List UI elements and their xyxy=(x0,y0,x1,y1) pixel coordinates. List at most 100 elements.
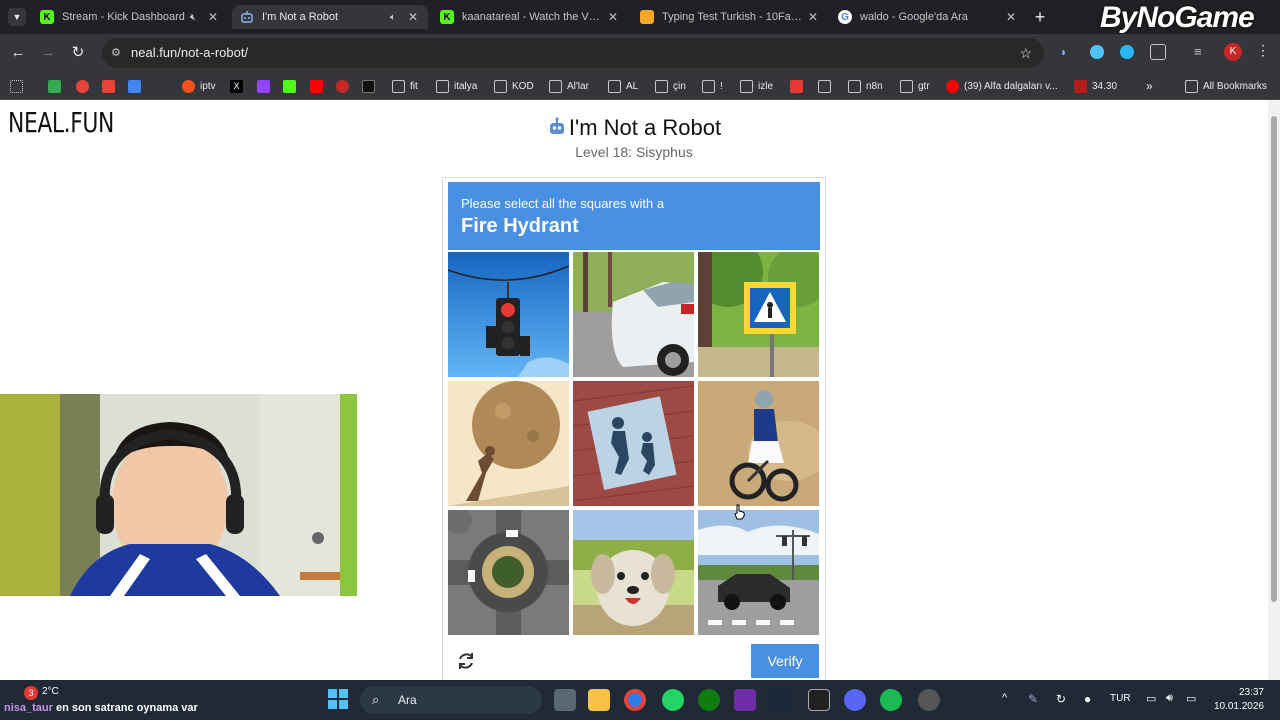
bookmark-folder-al[interactable]: AL xyxy=(608,77,638,95)
address-bar[interactable]: ⚙︎ neal.fun/not-a-robot/ ☆ xyxy=(102,38,1044,68)
close-tab-icon[interactable]: ✕ xyxy=(606,10,620,24)
steam-icon[interactable] xyxy=(770,689,792,711)
more-bookmarks-chevron-icon[interactable]: » xyxy=(1146,77,1153,95)
bookmark-twitch[interactable] xyxy=(257,77,275,95)
url-text: neal.fun/not-a-robot/ xyxy=(131,45,249,60)
close-tab-icon[interactable]: ✕ xyxy=(806,10,820,24)
battery-icon[interactable]: ▭ xyxy=(1186,692,1196,705)
tab-not-a-robot[interactable]: I'm Not a Robot 🔈︎ ✕ xyxy=(232,5,428,29)
muted-speaker-icon[interactable]: 🔇︎ xyxy=(186,12,200,23)
obs-icon[interactable] xyxy=(918,689,940,711)
bookmark-gmail[interactable] xyxy=(102,77,120,95)
captcha-instruction: Please select all the squares with a xyxy=(461,196,665,211)
refresh-challenge-icon[interactable] xyxy=(455,650,477,672)
bookmark-maps[interactable] xyxy=(48,77,66,95)
taskbar-search[interactable]: ⌕ Ara xyxy=(360,686,542,714)
language-indicator[interactable]: TUR xyxy=(1110,693,1131,704)
close-tab-icon[interactable]: ✕ xyxy=(406,10,420,24)
translate-icon[interactable]: ◗ xyxy=(1060,45,1074,59)
bookmark-site[interactable] xyxy=(362,77,380,95)
bookmark-folder-n8n[interactable]: n8n xyxy=(848,77,883,95)
scrollbar-thumb[interactable] xyxy=(1271,116,1277,602)
close-tab-icon[interactable]: ✕ xyxy=(206,10,220,24)
roundabout-tile[interactable] xyxy=(448,510,569,635)
forward-arrow-icon[interactable]: → xyxy=(37,42,59,64)
bookmark-folder-izle[interactable]: izle xyxy=(740,77,773,95)
back-arrow-icon[interactable]: ← xyxy=(7,42,29,64)
bookmark-kick[interactable] xyxy=(283,77,301,95)
extensions-puzzle-icon[interactable] xyxy=(1150,44,1166,60)
apps-grid-icon[interactable] xyxy=(10,77,28,95)
speaker-icon[interactable]: 🔈︎ xyxy=(386,12,400,23)
bookmark-youtube[interactable] xyxy=(310,77,328,95)
task-view-icon[interactable] xyxy=(554,689,576,711)
motorcycle-tile[interactable] xyxy=(698,381,819,506)
bookmark-translate[interactable] xyxy=(128,77,146,95)
bynogame-logo: ByNoGame xyxy=(1100,1,1255,34)
verify-button[interactable]: Verify xyxy=(751,644,819,678)
discord-icon[interactable] xyxy=(844,689,866,711)
new-tab-button[interactable]: + xyxy=(1030,7,1050,27)
bookmark-site[interactable] xyxy=(336,77,354,95)
epic-games-icon[interactable] xyxy=(808,689,830,711)
bookmark-pdf[interactable] xyxy=(790,77,808,95)
tab-typing-test[interactable]: Typing Test Turkish - 10FastFing ✕ xyxy=(632,5,828,29)
profile-avatar[interactable]: K xyxy=(1224,43,1242,61)
extension-icon[interactable] xyxy=(1090,45,1104,59)
dog-tile[interactable] xyxy=(573,510,694,635)
search-icon: ⌕ xyxy=(372,692,380,707)
tray-chevron-up-icon[interactable]: ^ xyxy=(1002,692,1007,704)
reading-list-icon[interactable]: ≡ xyxy=(1194,44,1210,60)
site-info-icon[interactable]: ⚙︎ xyxy=(111,38,121,68)
bookmark-folder-exclaim[interactable]: ! xyxy=(702,77,723,95)
app-icon[interactable] xyxy=(734,689,756,711)
bookmark-alfa-dalgalari[interactable]: (39) Alfa dalgaları v... xyxy=(946,77,1058,95)
tab-waldo-google[interactable]: G waldo - Google'da Ara ✕ xyxy=(830,5,1026,29)
volume-icon[interactable]: 🔊︎ xyxy=(1166,692,1173,705)
network-icon[interactable]: ▭ xyxy=(1146,692,1156,705)
crosswalk-sign-tile[interactable] xyxy=(698,252,819,377)
bookmark-folder-gtr[interactable]: gtr xyxy=(900,77,930,95)
close-tab-icon[interactable]: ✕ xyxy=(1004,10,1018,24)
bookmarks-bar: iptv X fit italya KOD Al'lar AL çin ! iz… xyxy=(0,72,1280,100)
bookmark-folder-fit[interactable]: fit xyxy=(392,77,418,95)
chrome-icon[interactable] xyxy=(624,689,646,711)
reload-icon[interactable]: ↻ xyxy=(67,42,89,64)
bookmark-folder-allar[interactable]: Al'lar xyxy=(549,77,589,95)
extension-play-icon[interactable] xyxy=(1120,45,1134,59)
tray-pen-icon[interactable]: ✎ xyxy=(1028,692,1038,706)
file-explorer-icon[interactable] xyxy=(588,689,610,711)
tab-search-button[interactable]: ▼ xyxy=(8,8,26,26)
tab-title: Typing Test Turkish - 10FastFing xyxy=(662,11,806,23)
windows-start-icon[interactable] xyxy=(328,689,348,709)
intersection-tile[interactable] xyxy=(698,510,819,635)
bookmark-folder-cin[interactable]: çin xyxy=(655,77,686,95)
all-bookmarks-folder[interactable]: All Bookmarks xyxy=(1185,77,1267,95)
tray-sync-icon[interactable]: ↻ xyxy=(1056,692,1066,706)
car-tile[interactable] xyxy=(573,252,694,377)
bookmark-x[interactable]: X xyxy=(230,77,248,95)
menu-dots-icon[interactable]: ⋮ xyxy=(1256,42,1270,59)
tab-title: I'm Not a Robot xyxy=(262,11,339,23)
whatsapp-icon[interactable] xyxy=(662,689,684,711)
hand-cursor-icon xyxy=(734,504,746,525)
star-bookmark-icon[interactable]: ☆ xyxy=(1019,38,1032,68)
bookmark-folder[interactable] xyxy=(818,77,836,95)
bookmark-folder-italya[interactable]: italya xyxy=(436,77,477,95)
bookmark-folder-kod[interactable]: KOD xyxy=(494,77,534,95)
traffic-light-tile[interactable] xyxy=(448,252,569,377)
bookmark-3430[interactable]: 34.30 xyxy=(1074,77,1117,95)
tray-mic-icon[interactable]: ● xyxy=(1084,692,1091,706)
weather-widget[interactable]: 2°C xyxy=(42,686,59,697)
tab-kick-dashboard[interactable]: K Stream - Kick Dashboard 🔇︎ ✕ xyxy=(32,5,228,29)
captcha-box: Please select all the squares with a Fir… xyxy=(442,177,826,692)
pedestrian-marking-tile[interactable] xyxy=(573,381,694,506)
tab-kaanatareal-vod[interactable]: K kaanatareal - Watch the VOD o ✕ xyxy=(432,5,628,29)
xbox-icon[interactable] xyxy=(698,689,720,711)
spotify-icon[interactable] xyxy=(880,689,902,711)
bookmark-location[interactable] xyxy=(76,77,94,95)
clock[interactable]: 23:37 10.01.2026 xyxy=(1210,686,1264,714)
bookmark-iptv[interactable]: iptv xyxy=(182,77,216,95)
sisyphus-boulder-tile[interactable] xyxy=(448,381,569,506)
page-title: I'm Not a Robot xyxy=(0,115,1268,141)
